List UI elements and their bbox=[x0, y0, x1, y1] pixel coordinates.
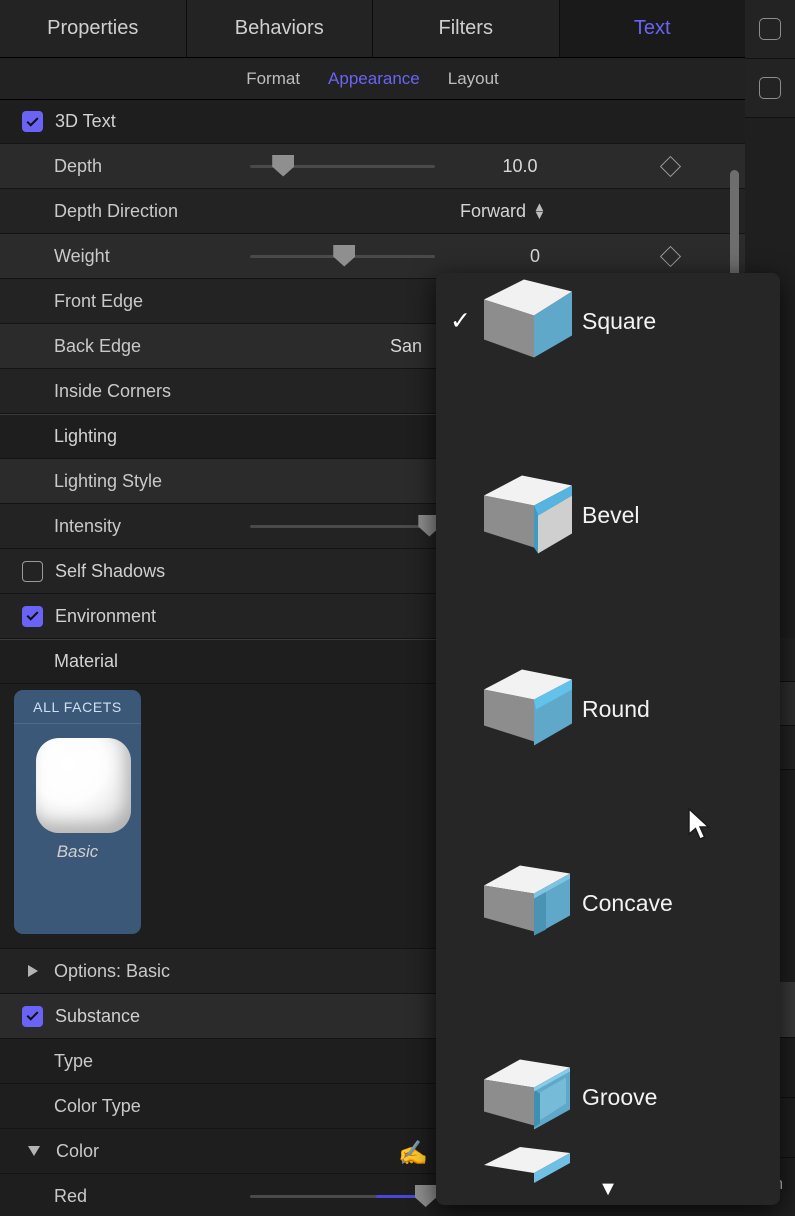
self-shadows-checkbox[interactable] bbox=[22, 560, 43, 582]
lighting-style-label: Lighting Style bbox=[54, 470, 163, 491]
weight-slider[interactable] bbox=[250, 234, 435, 279]
depth-slider[interactable] bbox=[250, 144, 435, 189]
round-edge-thumbnail-icon bbox=[476, 665, 576, 754]
menu-item-label: Groove bbox=[582, 1084, 658, 1110]
motion-text-inspector-window: ∿ ⤍ m m Properties Behaviors Filters Tex… bbox=[0, 0, 795, 1216]
material-name-label: Basic bbox=[56, 842, 99, 861]
red-slider[interactable] bbox=[250, 1174, 437, 1216]
menu-item-label: Square bbox=[582, 308, 657, 334]
disclosure-right-icon[interactable] bbox=[28, 965, 38, 977]
3d-text-label: 3D Text bbox=[55, 111, 116, 131]
front-edge-shape-menu[interactable]: ✓ Square Bevel Round Concave Groove ▼ bbox=[436, 273, 780, 1205]
depth-direction-popup[interactable]: Forward ▲ ▼ bbox=[460, 199, 546, 222]
menu-item-label: Concave bbox=[582, 890, 673, 916]
environment-checkbox[interactable] bbox=[22, 605, 43, 627]
right-strip-row-2 bbox=[745, 59, 795, 118]
inside-corners-label: Inside Corners bbox=[54, 380, 172, 401]
options-basic-label: Options: Basic bbox=[54, 960, 171, 981]
inspector-tab-bar: Properties Behaviors Filters Text bbox=[0, 0, 745, 58]
environment-label: Environment bbox=[55, 605, 157, 626]
material-preview-thumbnail-icon[interactable] bbox=[36, 738, 131, 833]
substance-checkbox[interactable] bbox=[22, 1005, 43, 1027]
tab-properties[interactable]: Properties bbox=[0, 0, 187, 57]
color-type-label: Color Type bbox=[54, 1095, 141, 1116]
type-label: Type bbox=[54, 1050, 94, 1071]
depth-direction-label: Depth Direction bbox=[54, 200, 179, 221]
checkmark-icon: ✓ bbox=[450, 307, 471, 335]
concave-edge-thumbnail-icon bbox=[476, 859, 576, 948]
menu-item-label: Bevel bbox=[582, 502, 640, 528]
bevel-edge-thumbnail-icon bbox=[476, 471, 576, 560]
depth-value[interactable]: 10.0 bbox=[455, 156, 585, 177]
subtab-appearance[interactable]: Appearance bbox=[328, 69, 420, 89]
menu-item-bevel[interactable]: Bevel bbox=[436, 467, 780, 564]
disclosure-down-icon[interactable] bbox=[28, 1146, 40, 1156]
mouse-cursor bbox=[688, 807, 714, 847]
3d-text-checkbox[interactable] bbox=[22, 111, 43, 132]
weight-label: Weight bbox=[54, 245, 110, 266]
front-edge-label: Front Edge bbox=[54, 290, 144, 311]
all-facets-card[interactable]: ALL FACETS Basic bbox=[14, 690, 141, 934]
tab-text[interactable]: Text bbox=[559, 0, 745, 57]
self-shadows-label: Self Shadows bbox=[55, 560, 166, 581]
weight-keyframe-icon[interactable] bbox=[659, 245, 682, 268]
unchecked-checkbox-icon[interactable] bbox=[759, 18, 781, 40]
menu-scroll-down-icon[interactable]: ▼ bbox=[436, 1179, 780, 1199]
eyedropper-icon[interactable]: ✍ bbox=[398, 1139, 428, 1168]
menu-item-square[interactable]: ✓ Square bbox=[436, 273, 780, 370]
right-strip-row-1 bbox=[745, 0, 795, 59]
menu-item-concave[interactable]: Concave bbox=[436, 855, 780, 952]
intensity-label: Intensity bbox=[54, 515, 122, 536]
groove-edge-thumbnail-icon bbox=[476, 1053, 576, 1142]
row-3d-text[interactable]: 3D Text bbox=[0, 100, 745, 144]
row-depth-direction[interactable]: Depth Direction Forward ▲ ▼ bbox=[0, 189, 745, 234]
color-label: Color bbox=[56, 1140, 100, 1161]
depth-label: Depth bbox=[54, 155, 103, 176]
subtab-format[interactable]: Format bbox=[246, 69, 300, 89]
chevron-updown-icon: ▲ ▼ bbox=[533, 199, 546, 222]
tab-filters[interactable]: Filters bbox=[373, 0, 560, 57]
intensity-slider[interactable] bbox=[250, 504, 441, 549]
unchecked-checkbox-icon[interactable] bbox=[759, 77, 781, 99]
tab-behaviors[interactable]: Behaviors bbox=[186, 0, 373, 57]
menu-item-round[interactable]: Round bbox=[436, 661, 780, 758]
depth-direction-value: Forward bbox=[460, 200, 527, 221]
row-depth[interactable]: Depth 10.0 bbox=[0, 144, 745, 189]
red-label: Red bbox=[54, 1186, 88, 1206]
material-header-label: Material bbox=[54, 651, 119, 671]
lighting-header-label: Lighting bbox=[54, 426, 118, 446]
substance-label: Substance bbox=[55, 1005, 141, 1026]
back-edge-label: Back Edge bbox=[54, 335, 142, 356]
square-edge-thumbnail-icon bbox=[476, 277, 576, 366]
menu-item-label: Round bbox=[582, 696, 650, 722]
all-facets-header: ALL FACETS bbox=[14, 690, 141, 724]
menu-item-groove[interactable]: Groove bbox=[436, 1049, 780, 1146]
depth-keyframe-icon[interactable] bbox=[659, 155, 682, 178]
weight-value[interactable]: 0 bbox=[470, 246, 600, 267]
subtab-layout[interactable]: Layout bbox=[448, 69, 499, 89]
text-subtab-bar: Format Appearance Layout bbox=[0, 58, 745, 100]
